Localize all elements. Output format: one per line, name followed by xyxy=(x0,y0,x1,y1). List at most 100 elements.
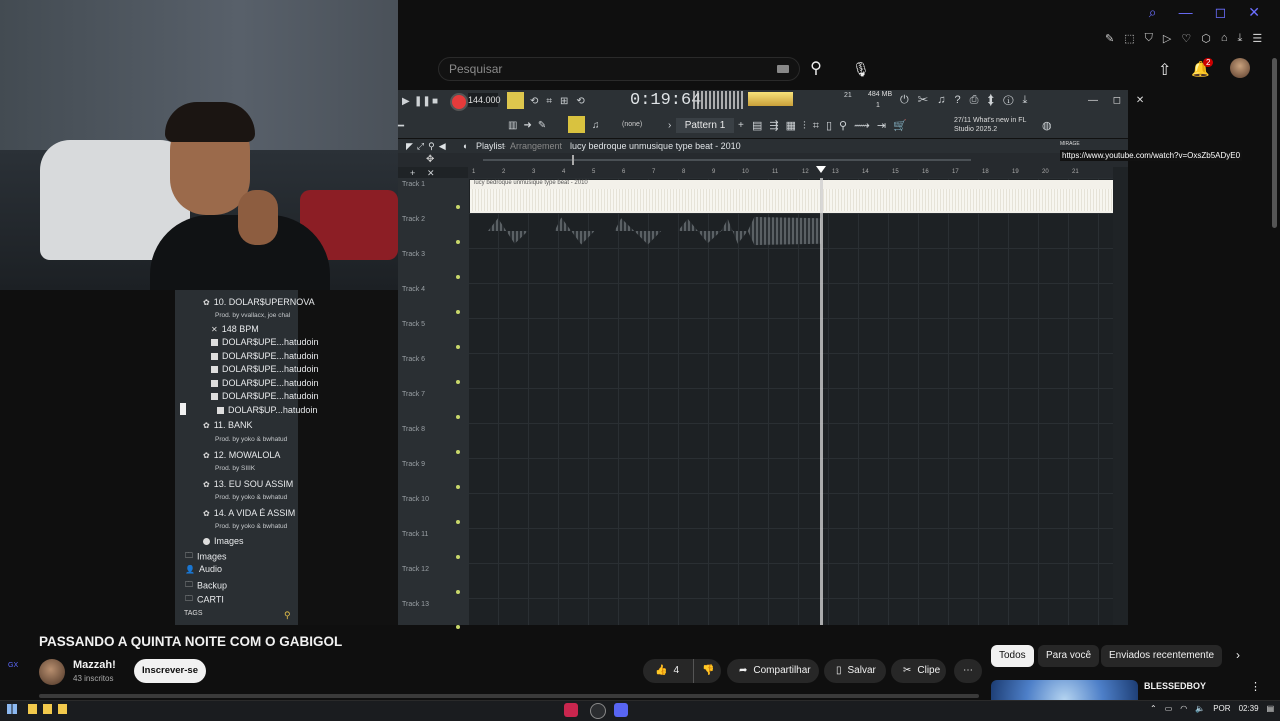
track-mute-led[interactable] xyxy=(456,205,460,209)
channel-avatar[interactable] xyxy=(39,659,65,685)
description-box[interactable] xyxy=(39,694,979,698)
tree-item[interactable]: 👤 Audio xyxy=(185,564,222,574)
track-mute-led[interactable] xyxy=(456,380,460,384)
account-avatar[interactable] xyxy=(1230,58,1250,78)
window-shortcut-icons[interactable]: ▤⇶▦⫶⌗▯⚲⟿⇥🛒 xyxy=(752,119,914,133)
track-label[interactable]: Track 13 xyxy=(402,601,429,608)
play-icon[interactable]: ▷ xyxy=(1163,32,1171,45)
track-label[interactable]: Track 11 xyxy=(402,531,428,538)
pin-icon[interactable]: ✎ xyxy=(1105,32,1114,45)
playlist-grid[interactable] xyxy=(468,178,1113,625)
lock-icon[interactable]: ⌂ xyxy=(1221,32,1228,45)
speaker-icon[interactable]: ◖ xyxy=(462,141,467,151)
heart-icon[interactable]: ♡ xyxy=(1181,32,1191,45)
tree-item[interactable]: Prod. by yoko & bwhatud xyxy=(215,523,287,530)
tree-item[interactable]: ✿ 13. EU SOU ASSIM xyxy=(203,479,293,489)
track-mute-led[interactable] xyxy=(456,485,460,489)
track-label[interactable]: Track 8 xyxy=(402,426,425,433)
tree-item[interactable]: DOLAR$UPE...hatudoin xyxy=(211,391,319,401)
tree-item[interactable]: ✿ 10. DOLAR$UPERNOVA xyxy=(203,297,315,307)
upload-icon[interactable]: ⇧ xyxy=(1158,60,1171,80)
snap-selector[interactable]: (none) xyxy=(622,121,642,128)
subscribe-button[interactable]: Inscrever-se xyxy=(134,659,206,683)
globe-icon[interactable]: ◍ xyxy=(1042,119,1052,132)
playlist-scroll-thumb[interactable] xyxy=(572,155,574,165)
capture-icon[interactable]: ⬚ xyxy=(1124,32,1134,45)
add-track-icon[interactable]: + xyxy=(410,168,415,178)
track-mute-led[interactable] xyxy=(456,415,460,419)
track-label[interactable]: Track 3 xyxy=(402,251,425,258)
track-label[interactable]: Track 10 xyxy=(402,496,429,503)
network-icon[interactable]: ▭ xyxy=(1165,704,1173,713)
like-button[interactable]: 👍 4 👎 xyxy=(643,659,721,683)
close-icon[interactable]: ✕ xyxy=(1248,4,1260,21)
news-panel[interactable]: 27/11 What's new in FL Studio 2025.2 xyxy=(954,116,1026,134)
tree-item[interactable]: Prod. by yoko & bwhatud xyxy=(215,436,287,443)
pause-icon[interactable]: ❚❚ xyxy=(414,96,431,107)
folder-icon[interactable] xyxy=(28,704,37,714)
menu-icon[interactable]: ☰ xyxy=(1252,32,1262,45)
tree-item[interactable]: 🗀 Backup xyxy=(185,579,227,593)
fl-menu-icon[interactable]: ▶ xyxy=(402,96,410,107)
pattern-selector[interactable]: Pattern 1 xyxy=(676,118,734,133)
track-mute-led[interactable] xyxy=(456,345,460,349)
chip-all[interactable]: Todos xyxy=(991,645,1034,667)
chevron-right-icon[interactable]: › xyxy=(1236,648,1240,662)
track-label[interactable]: Track 12 xyxy=(402,566,429,573)
track-label[interactable]: Track 4 xyxy=(402,286,425,293)
tree-item[interactable]: DOLAR$UP...hatudoin xyxy=(217,405,317,415)
minimize-icon[interactable]: — xyxy=(1179,4,1193,21)
maximize-icon[interactable]: ◻ xyxy=(1215,4,1227,21)
folder-icon[interactable] xyxy=(43,704,52,714)
track-mute-led[interactable] xyxy=(456,275,460,279)
channel-name[interactable]: Mazzah! xyxy=(73,659,116,671)
track-mute-led[interactable] xyxy=(456,625,460,629)
folder-icon[interactable] xyxy=(58,704,67,714)
track-mute-led[interactable] xyxy=(456,520,460,524)
track-label[interactable]: Track 5 xyxy=(402,321,425,328)
notification-center-icon[interactable]: ▤ xyxy=(1267,704,1275,713)
chip-recently-uploaded[interactable]: Enviados recentemente xyxy=(1101,645,1223,667)
thumbs-down-icon[interactable]: 👎 xyxy=(693,659,714,683)
recommendation-thumbnail[interactable] xyxy=(991,680,1138,700)
page-scrollbar[interactable] xyxy=(1272,58,1277,228)
tree-item[interactable]: 🗀 Images xyxy=(185,550,227,564)
transport-tools[interactable]: ⟲⌗⊞⟲ xyxy=(530,96,593,107)
tree-item[interactable]: Prod. by yoko & bwhatud xyxy=(215,494,287,501)
tree-item[interactable]: 🗀 CARTI xyxy=(185,593,224,607)
tree-item[interactable]: Images xyxy=(203,536,244,546)
microphone-icon[interactable]: 🎙 xyxy=(850,57,872,81)
fl-window-controls[interactable]: — ◻ ✕ xyxy=(1088,95,1150,106)
tag-search-icon[interactable]: ⚲ xyxy=(284,610,291,621)
recommendation-title[interactable]: BLESSEDBOY xyxy=(1144,681,1206,691)
tree-item[interactable]: ✿ 11. BANK xyxy=(203,420,253,430)
share-button[interactable]: ➦ Compartilhar xyxy=(727,659,819,683)
track-label[interactable]: Track 1 xyxy=(402,181,425,188)
clock[interactable]: 02:39 xyxy=(1239,704,1259,713)
piano-roll-tools[interactable]: ▥➜✎ xyxy=(508,120,552,131)
track-mute-led[interactable] xyxy=(456,240,460,244)
tree-item[interactable]: ✿ 14. A VIDA É ASSIM xyxy=(203,508,295,518)
bell-tool-icon[interactable]: ♫ xyxy=(592,120,600,131)
discord-taskbar-icon[interactable] xyxy=(614,703,628,717)
move-icon[interactable]: ✥ xyxy=(426,154,434,165)
track-mute-led[interactable] xyxy=(456,310,460,314)
track-label[interactable]: Track 2 xyxy=(402,216,425,223)
search-icon[interactable]: ⌕ xyxy=(1149,4,1157,21)
stop-icon[interactable]: ■ xyxy=(432,96,438,107)
track-mute-led[interactable] xyxy=(456,555,460,559)
playhead-marker[interactable] xyxy=(816,166,826,173)
timeline-ruler[interactable]: 1 2 3 4 5 6 7 8 9 10 11 12 13 14 15 16 17 18 19 20 21 xyxy=(468,167,1113,178)
obs-taskbar-icon[interactable] xyxy=(590,703,606,719)
gx-sidebar-label[interactable]: GX xyxy=(8,662,18,669)
more-actions-button[interactable]: ⋯ xyxy=(954,659,982,683)
tree-item[interactable]: DOLAR$UPE...hatudoin xyxy=(211,351,319,361)
playlist-tools-icon[interactable]: ◤⤢⚲◀ xyxy=(406,141,450,152)
search-input[interactable]: Pesquisar xyxy=(438,57,800,81)
volume-icon[interactable]: 🔈 xyxy=(1195,704,1205,713)
tree-item[interactable]: DOLAR$UPE...hatudoin xyxy=(211,378,319,388)
save-button[interactable]: ▯ Salvar xyxy=(824,659,886,683)
keyboard-icon[interactable] xyxy=(777,65,789,73)
tree-item[interactable]: Prod. by vvallacx, joe chal xyxy=(215,312,290,319)
tree-item[interactable]: DOLAR$UPE...hatudoin xyxy=(211,337,319,347)
